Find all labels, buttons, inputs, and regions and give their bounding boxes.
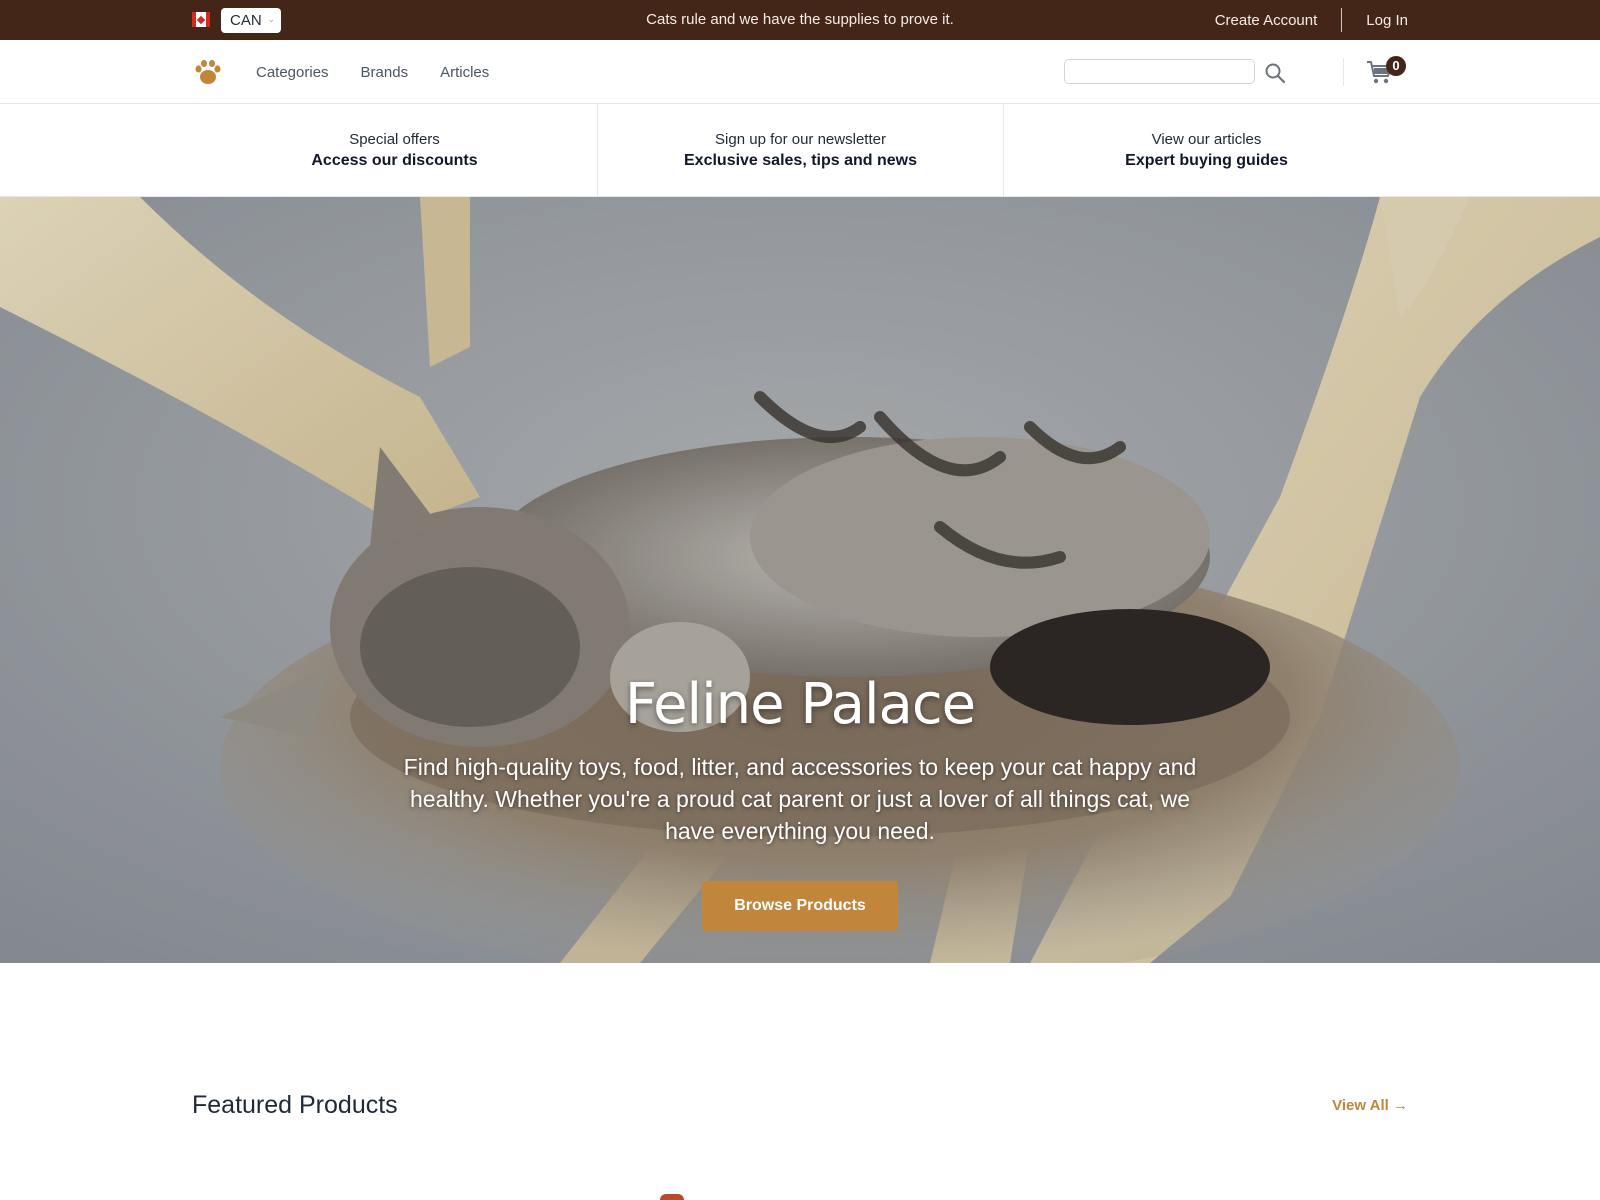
promo-subtitle: Special offers [349, 131, 440, 148]
search-input[interactable] [1065, 60, 1254, 83]
product-image-peek [660, 1194, 684, 1200]
canada-flag-icon [192, 12, 210, 27]
promo-subtitle: View our articles [1151, 131, 1262, 148]
search-icon[interactable] [1264, 62, 1286, 84]
country-value: CAN [230, 12, 262, 29]
featured-products-heading: Featured Products [192, 1091, 398, 1119]
create-account-link[interactable]: Create Account [1215, 12, 1318, 29]
account-divider [1341, 8, 1343, 32]
hero-cat-image [0, 197, 1600, 963]
browse-products-button[interactable]: Browse Products [702, 881, 898, 931]
promo-title: Expert buying guides [1125, 152, 1288, 169]
nav-links: Categories Brands Articles [256, 40, 489, 104]
search-box [1064, 59, 1255, 84]
main-nav: Categories Brands Articles 0 [0, 40, 1600, 104]
log-in-link[interactable]: Log In [1366, 12, 1408, 29]
account-links: Create Account Log In [1215, 0, 1408, 40]
hero-description: Find high-quality toys, food, litter, an… [403, 754, 1197, 844]
promo-title: Exclusive sales, tips and news [684, 152, 917, 169]
promo-title: Access our discounts [311, 152, 478, 169]
nav-divider [1343, 58, 1344, 86]
view-all-link[interactable]: View All → [1332, 1097, 1408, 1114]
nav-item-brands[interactable]: Brands [361, 64, 409, 81]
paw-icon[interactable] [194, 58, 222, 86]
nav-item-categories[interactable]: Categories [256, 64, 329, 81]
hero-title: Feline Palace [624, 672, 976, 737]
nav-item-articles[interactable]: Articles [440, 64, 489, 81]
cart-count-badge: 0 [1386, 56, 1406, 76]
promo-subtitle: Sign up for our newsletter [715, 131, 886, 148]
promo-discounts[interactable]: Special offers Access our discounts [192, 104, 597, 197]
promo-articles[interactable]: View our articles Expert buying guides [1004, 104, 1409, 197]
promo-newsletter[interactable]: Sign up for our newsletter Exclusive sal… [598, 104, 1003, 197]
announcement-bar: CAN ⌄ Cats rule and we have the supplies… [0, 0, 1600, 40]
promo-strip: Special offers Access our discounts Sign… [0, 104, 1600, 197]
hero-section: Feline Palace Find high-quality toys, fo… [0, 197, 1600, 963]
chevron-down-icon: ⌄ [267, 14, 275, 24]
country-selector[interactable]: CAN ⌄ [221, 8, 281, 33]
